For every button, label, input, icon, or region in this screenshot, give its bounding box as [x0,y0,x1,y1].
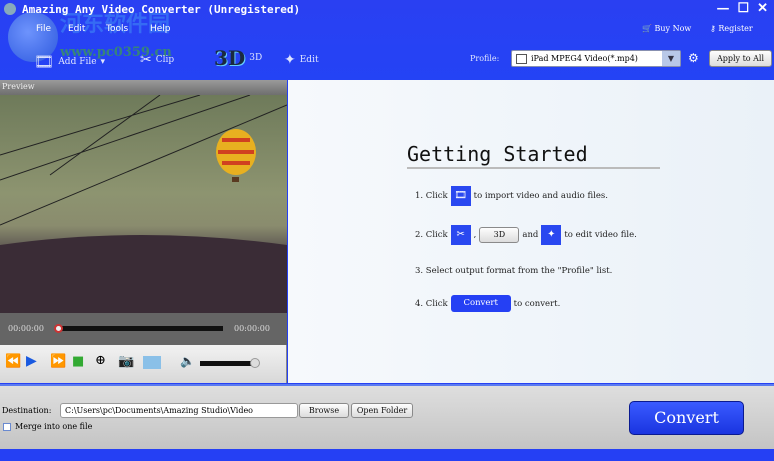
merge-checkbox[interactable] [3,423,11,431]
menu-edit[interactable]: Edit [68,24,85,34]
window-title: Amazing Any Video Converter (Unregistere… [22,3,301,16]
folder-icon[interactable] [143,356,161,369]
profile-select[interactable]: iPad MPEG4 Video(*.mp4) ▼ [511,50,681,67]
buy-now-label: Buy Now [654,24,692,33]
preview-header: Preview [0,80,287,95]
seek-slider[interactable] [56,326,223,331]
menu-tools[interactable]: Tools [106,24,128,34]
menu-help[interactable]: Help [150,24,171,34]
step-2: 2. Click ✂, 3D and ✦ to edit video file. [415,225,637,245]
getting-started-title: Getting Started [407,142,588,166]
app-icon [4,3,16,15]
chevron-down-icon[interactable]: ▾ [101,57,106,67]
step-text: to convert. [513,298,561,309]
player-controls: ⏪ ▶ ⏩ ■ ⊕ 📷 🔈 [0,345,287,383]
browse-button[interactable]: Browse [299,403,349,418]
cart-icon: 🛒 [642,24,652,33]
step-3: 3. Select output format from the "Profil… [415,266,612,276]
next-frame-icon[interactable]: ⊕ [95,353,106,368]
window-controls: — ☐ ✕ [708,1,768,16]
step-text: and [522,230,539,240]
open-folder-button[interactable]: Open Folder [351,403,413,418]
edit-icon: ✦ [541,225,562,245]
apply-to-all-button[interactable]: Apply to All [709,50,772,67]
edit-label: Edit [299,55,319,65]
buy-now-link[interactable]: 🛒 Buy Now [642,24,691,33]
register-label: Register [718,24,753,33]
film-icon: 🎞 [34,52,55,71]
volume-handle[interactable] [250,358,260,368]
edit-button[interactable]: ✦ Edit [284,52,319,68]
seek-handle[interactable] [54,324,63,333]
play-icon[interactable]: ▶ [26,353,37,369]
minimize-button[interactable]: — [716,1,729,16]
camera-icon[interactable]: 📷 [118,354,134,369]
add-file-icon: 🎞 [450,186,471,206]
key-icon: ⚷ [710,24,716,33]
seek-bar-area: 00:00:00 00:00:00 [0,313,287,345]
step-text: 3. Select output format from the "Profil… [415,266,613,276]
step-text: to edit video file. [564,230,637,240]
rewind-icon[interactable]: ⏪ [5,354,21,369]
clip-label: Clip [155,55,175,65]
step-text: 2. Click [415,230,448,240]
step-text: to import video and audio files. [473,191,608,201]
preview-scene [0,95,287,313]
chevron-down-icon[interactable]: ▼ [662,51,680,66]
menu-file[interactable]: File [36,24,51,34]
gear-icon[interactable]: ⚙ [688,51,699,65]
current-time: 00:00:00 [8,324,44,333]
merge-label: Merge into one file [15,422,93,431]
3d-label: 3D [249,53,263,63]
step-text: , [473,230,477,240]
profile-value: iPad MPEG4 Video(*.mp4) [531,54,638,63]
fast-forward-icon[interactable]: ⏩ [50,354,66,369]
clip-icon: ✂ [450,225,471,245]
magic-edit-icon: ✦ [284,52,296,68]
3d-inline-icon: 3D [479,227,520,243]
3d-icon: 3D [214,46,246,70]
step-1: 1. Click 🎞 to import video and audio files… [415,186,608,206]
step-text: 1. Click [415,191,448,201]
profile-label: Profile: [470,54,500,63]
3d-button[interactable]: 3D 3D [214,46,262,70]
add-file-button[interactable]: 🎞 Add File ▾ [34,52,105,71]
volume-icon[interactable]: 🔈 [180,354,195,368]
register-link[interactable]: ⚷ Register [710,24,753,33]
destination-label: Destination: [2,406,52,415]
destination-input[interactable]: C:\Users\pc\Documents\Amazing Studio\Vid… [60,403,298,418]
scissors-icon: ✂ [140,52,152,68]
add-file-label: Add File [58,56,97,67]
step-text: 4. Click [415,298,448,309]
volume-slider[interactable] [200,361,255,366]
divider [407,167,660,169]
format-icon [516,53,527,64]
convert-inline-icon: Convert [450,295,511,312]
step-4: 4. Click Convert to convert. [415,295,560,312]
clip-button[interactable]: ✂ Clip [140,52,174,68]
close-button[interactable]: ✕ [757,1,768,16]
stop-icon[interactable]: ■ [72,354,84,369]
convert-button[interactable]: Convert [629,401,744,435]
video-preview [0,95,287,313]
maximize-button[interactable]: ☐ [737,1,749,16]
total-time: 00:00:00 [234,324,270,333]
